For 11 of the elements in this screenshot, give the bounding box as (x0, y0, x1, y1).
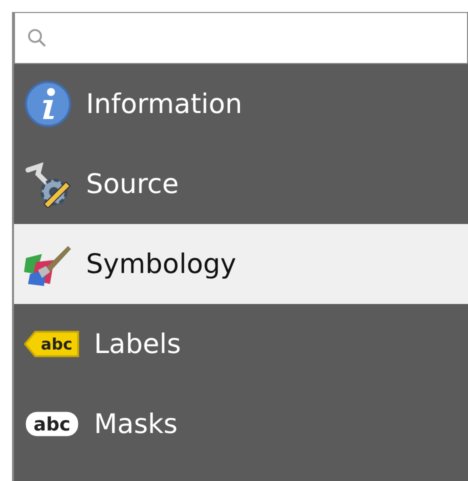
sidebar-item[interactable]: abc Labels (14, 304, 468, 384)
sidebar-item[interactable]: Symbology (14, 224, 468, 304)
sidebar-item[interactable]: Source (14, 144, 468, 224)
wrench-gear-icon (24, 160, 72, 208)
search-field[interactable] (14, 12, 468, 64)
mask-text-icon: abc (24, 410, 80, 438)
info-icon (24, 80, 72, 128)
sidebar-item[interactable]: abc Masks (14, 384, 468, 464)
sidebar-item[interactable]: Information (14, 64, 468, 144)
label-tag-icon: abc (24, 330, 80, 358)
search-icon (27, 28, 47, 48)
